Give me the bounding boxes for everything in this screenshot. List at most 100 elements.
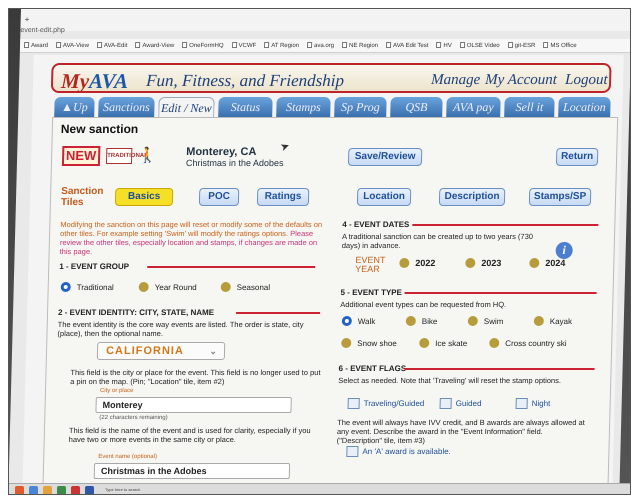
- tab-qsb[interactable]: QSB: [390, 97, 443, 117]
- radio-year-2022[interactable]: [399, 258, 410, 268]
- logout-link[interactable]: Logout: [565, 72, 608, 89]
- radio-snow-shoe[interactable]: [341, 338, 352, 348]
- tile-poc-button[interactable]: POC: [198, 188, 240, 206]
- event-name-input[interactable]: Christmas in the Adobes: [93, 463, 291, 479]
- sanction-tiles-label: Sanction Tiles: [60, 186, 104, 208]
- type-description: Additional event types can be requested …: [340, 300, 507, 309]
- year-2024-label: 2024: [545, 258, 566, 268]
- tab-location[interactable]: Location: [558, 97, 611, 117]
- tile-location-button[interactable]: Location: [356, 188, 412, 206]
- type-kayak-label: Kayak: [549, 317, 573, 326]
- state-value: CALIFORNIA: [105, 345, 185, 357]
- save-review-button[interactable]: Save/Review: [347, 148, 423, 166]
- taskbar-app-icon[interactable]: [57, 486, 66, 494]
- tab-edit-new[interactable]: Edit / New: [158, 97, 215, 117]
- bookmark-item[interactable]: NE Region: [338, 39, 382, 49]
- taskbar-app-icon[interactable]: [71, 486, 80, 494]
- type-swim-label: Swim: [483, 317, 504, 326]
- bookmark-item[interactable]: AVA Edit Test: [382, 39, 433, 49]
- bookmark-item[interactable]: VCWF: [227, 39, 260, 49]
- start-icon[interactable]: [15, 486, 24, 494]
- tab-status[interactable]: Status: [218, 97, 273, 117]
- radio-year-2024[interactable]: [529, 258, 540, 268]
- radio-swim[interactable]: [467, 316, 478, 326]
- bookmark-item[interactable]: AVA-View: [52, 39, 93, 49]
- info-icon[interactable]: i: [555, 242, 573, 259]
- bookmark-page-icon: [231, 42, 237, 48]
- myava-logo[interactable]: MyAVA: [61, 69, 129, 94]
- a-award-checkbox[interactable]: [346, 446, 359, 457]
- tile-description-button[interactable]: Description: [438, 188, 506, 206]
- bookmark-item[interactable]: Award: [20, 39, 52, 49]
- tile-ratings-button[interactable]: Ratings: [256, 188, 310, 206]
- guided-checkbox[interactable]: [439, 398, 452, 409]
- browser-tab-icon[interactable]: +: [25, 15, 30, 24]
- radio-ice-skate[interactable]: [419, 338, 430, 348]
- radio-seasonal[interactable]: [220, 282, 231, 292]
- manage-link[interactable]: Manage: [431, 72, 481, 89]
- radio-kayak[interactable]: [533, 316, 544, 326]
- tab-stamps[interactable]: Stamps: [276, 97, 331, 117]
- taskbar-search[interactable]: Type here to search: [105, 487, 140, 492]
- browser-top-bar: + event-edit.php: [20, 9, 630, 34]
- bookmark-item[interactable]: Award-View: [131, 39, 178, 49]
- intro-text: Modifying the sanction on this page will…: [60, 220, 331, 256]
- bookmark-item[interactable]: AVA-Edit: [93, 39, 132, 49]
- my-account-link[interactable]: My Account: [485, 72, 557, 89]
- tab-sell-it[interactable]: Sell it: [504, 97, 555, 117]
- radio-bike[interactable]: [405, 316, 416, 326]
- taskbar-app-icon[interactable]: [29, 486, 38, 494]
- bookmark-label: HV: [443, 43, 452, 49]
- url-bar[interactable]: event-edit.php: [20, 27, 65, 34]
- section-divider: [404, 292, 597, 294]
- radio-year-2023[interactable]: [465, 258, 476, 268]
- bookmark-item[interactable]: HV: [432, 39, 456, 49]
- bookmark-item[interactable]: MS Office: [539, 39, 580, 49]
- night-checkbox[interactable]: [515, 398, 528, 409]
- traveling-guided-checkbox[interactable]: [347, 398, 360, 409]
- radio-traditional[interactable]: [60, 282, 71, 292]
- radio-cross-country-ski[interactable]: [489, 338, 500, 348]
- tab-up[interactable]: ▲Up: [54, 97, 95, 117]
- city-remaining: (22 characters remaining): [99, 415, 168, 421]
- bookmark-item[interactable]: OneFormHQ: [178, 39, 228, 49]
- site-tagline: Fun, Fitness, and Friendship: [145, 71, 345, 90]
- bookmark-item[interactable]: ava.org: [303, 39, 338, 49]
- bookmark-label: Award: [30, 43, 49, 49]
- web-page: MyAVA Fun, Fitness, and Friendship Manag…: [22, 55, 624, 494]
- tile-basics-button[interactable]: Basics: [114, 188, 174, 206]
- taskbar-app-icon[interactable]: [43, 486, 52, 494]
- return-button[interactable]: Return: [555, 148, 599, 166]
- bookmarks-bar: Award AVA-View AVA-Edit Award-View OneFormHQ…: [19, 39, 630, 53]
- section-divider: [412, 224, 599, 226]
- taskbar-app-icon[interactable]: [85, 486, 94, 494]
- tab-ava-pay[interactable]: AVA pay: [446, 97, 501, 117]
- bookmark-item[interactable]: AT Region: [260, 39, 303, 49]
- option-seasonal-label: Seasonal: [236, 283, 271, 292]
- bookmark-page-icon: [341, 42, 348, 48]
- event-name: Christmas in the Adobes: [185, 158, 284, 168]
- tab-sanctions[interactable]: Sanctions: [98, 97, 155, 117]
- bookmark-label: NE Region: [348, 43, 379, 49]
- city-input[interactable]: Monterey: [95, 397, 292, 413]
- bookmark-page-icon: [306, 42, 313, 48]
- bookmark-label: AT Region: [271, 43, 300, 49]
- bookmark-page-icon: [55, 42, 62, 48]
- bookmark-item[interactable]: git-ESR: [504, 39, 540, 49]
- tile-stamps-sp-button[interactable]: Stamps/SP: [528, 188, 592, 206]
- radio-walk[interactable]: [341, 316, 352, 326]
- a-award-label: An 'A' award is available.: [362, 447, 451, 456]
- radio-year-round[interactable]: [138, 282, 149, 292]
- identity-description: The event identity is the core way event…: [57, 320, 304, 338]
- bookmark-item[interactable]: OLSE Video: [456, 39, 504, 49]
- tab-sp-prog[interactable]: Sp Prog: [334, 97, 387, 117]
- event-group-title: 1 - EVENT GROUP: [59, 262, 130, 271]
- event-summary-row: NEW TRADITIONAL 🚶 Monterey, CA Christmas…: [61, 140, 613, 170]
- name-help: This field is the name of the event and …: [68, 426, 311, 444]
- bookmark-page-icon: [182, 42, 188, 48]
- type-bike-label: Bike: [421, 317, 438, 326]
- section-divider: [147, 266, 316, 268]
- site-header: MyAVA Fun, Fitness, and Friendship Manag…: [50, 63, 612, 94]
- city-label: City or place: [99, 388, 134, 394]
- state-select[interactable]: CALIFORNIA ⌄: [96, 342, 226, 360]
